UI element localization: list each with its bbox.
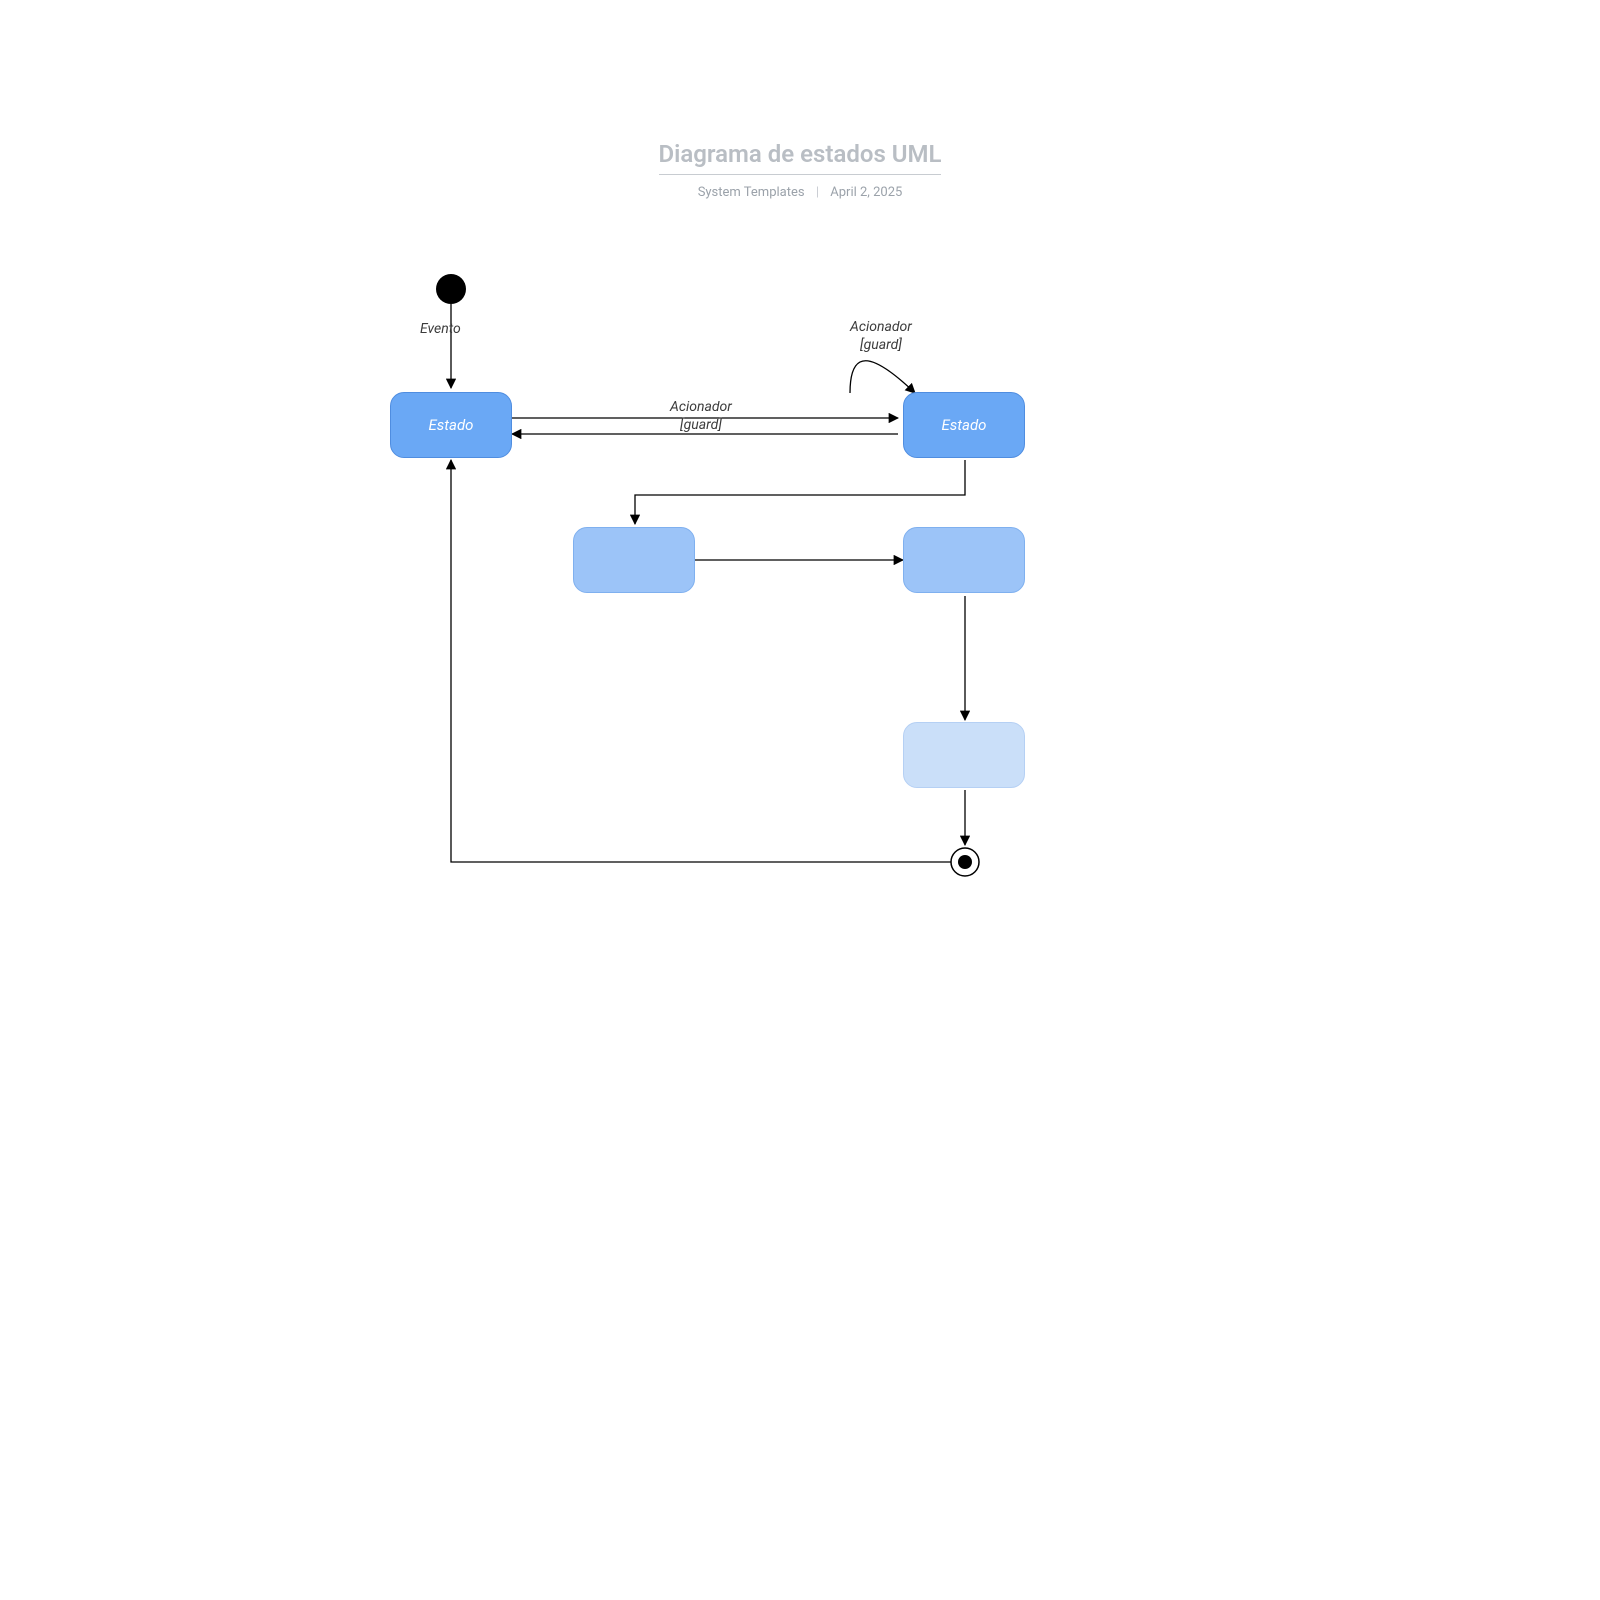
state-label: Estado	[429, 416, 474, 434]
edge-label-selfloop: Acionador [guard]	[850, 318, 912, 354]
edge-label-line: [guard]	[860, 337, 902, 353]
state-box-2[interactable]: Estado	[903, 392, 1025, 458]
edge-final-to-s1	[451, 460, 951, 862]
state-box-3[interactable]	[573, 527, 695, 593]
diagram-canvas: Estado Estado Evento Acionador [guard] A…	[0, 0, 1600, 1600]
state-box-5[interactable]	[903, 722, 1025, 788]
edge-label-line: [guard]	[680, 417, 722, 433]
edge-s2-to-s3	[635, 460, 965, 524]
state-label: Estado	[942, 416, 987, 434]
edge-label-line: Acionador	[850, 319, 912, 335]
diagram-edges	[0, 0, 1600, 1600]
edge-label-evento: Evento	[420, 320, 461, 338]
edge-label-line: Acionador	[670, 399, 732, 415]
final-state-inner	[958, 855, 972, 869]
state-box-4[interactable]	[903, 527, 1025, 593]
state-box-1[interactable]: Estado	[390, 392, 512, 458]
initial-state-icon	[436, 274, 466, 304]
edge-s2-selfloop	[850, 361, 915, 393]
edge-label-acionador: Acionador [guard]	[670, 398, 732, 434]
